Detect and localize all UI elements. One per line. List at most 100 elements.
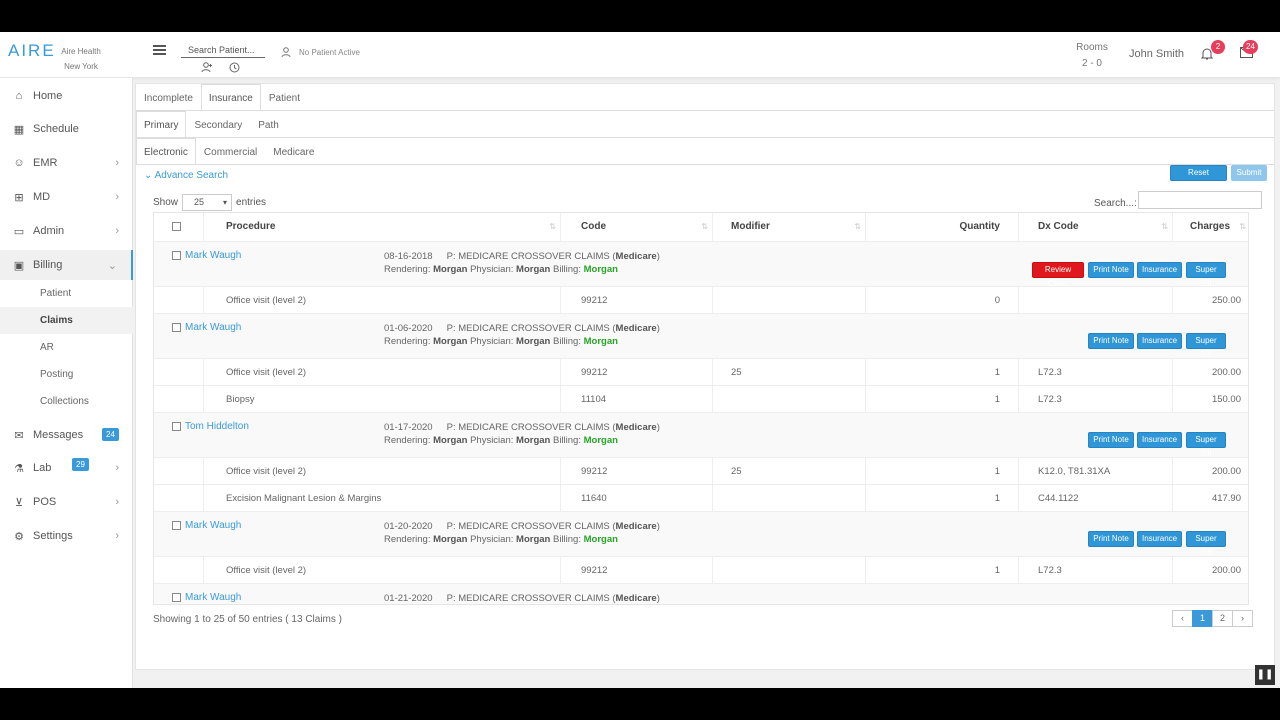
entries-select[interactable]: 25 bbox=[182, 194, 233, 211]
super-bill-button[interactable]: Super Bill bbox=[1186, 333, 1226, 359]
chevron-down-icon: ⌄ bbox=[107, 259, 117, 272]
sidebar-item-label: Messages bbox=[33, 429, 84, 441]
sidebar-item-billing[interactable]: ▣ Billing ⌄ bbox=[0, 250, 133, 280]
page-1-button[interactable]: 1 bbox=[1192, 610, 1213, 627]
column-header-label: Quantity bbox=[959, 221, 1000, 232]
patient-name-link[interactable]: Tom Hiddelton bbox=[185, 421, 249, 432]
sidebar-subitem-claims[interactable]: Claims bbox=[0, 307, 133, 334]
patient-name-link[interactable]: Mark Waugh bbox=[185, 520, 241, 531]
add-user-icon[interactable] bbox=[200, 60, 214, 74]
cell-qty: 1 bbox=[866, 485, 1019, 511]
brand-logo[interactable]: AIRE bbox=[8, 41, 56, 61]
cell-modifier bbox=[713, 557, 866, 583]
sidebar-item-emr[interactable]: ☺ EMR › bbox=[0, 148, 133, 178]
print-note-button[interactable]: Print Note bbox=[1088, 333, 1134, 349]
print-note-button[interactable]: Print Note bbox=[1088, 531, 1134, 547]
claim-date: 01-21-2020 bbox=[384, 593, 433, 604]
insurance-button[interactable]: Insurance bbox=[1137, 432, 1182, 448]
insurance-button[interactable]: Insurance bbox=[1137, 333, 1182, 349]
claims-panel: Incomplete Insurance Patient Primary Sec… bbox=[135, 83, 1275, 670]
insurance-button[interactable]: Insurance bbox=[1137, 262, 1182, 278]
sidebar-subitem-ar[interactable]: AR bbox=[0, 334, 133, 361]
claim-provider-line: Rendering: Morgan Physician: Morgan Bill… bbox=[384, 434, 660, 447]
column-header-modifier[interactable]: Modifier ⇅ bbox=[713, 213, 866, 241]
provider-rendering: Morgan bbox=[433, 264, 468, 275]
review-claim-button[interactable]: Review Claim bbox=[1032, 262, 1084, 288]
insurance-button[interactable]: Insurance bbox=[1137, 531, 1182, 547]
patient-name-link[interactable]: Mark Waugh bbox=[185, 250, 241, 261]
sidebar-item-home[interactable]: ⌂ Home bbox=[0, 81, 133, 111]
cell-modifier bbox=[713, 386, 866, 412]
rooms-indicator[interactable]: Rooms 2 - 0 bbox=[1068, 40, 1116, 72]
cell-charge: 417.90 bbox=[1211, 492, 1241, 504]
tab-secondary[interactable]: Secondary bbox=[186, 111, 250, 138]
super-bill-button[interactable]: Super Bill bbox=[1186, 262, 1226, 288]
sidebar-item-label: Billing bbox=[33, 259, 63, 271]
user-name[interactable]: John Smith bbox=[1129, 48, 1184, 60]
provider-label: Physician: bbox=[470, 336, 514, 347]
tab-insurance[interactable]: Insurance bbox=[200, 84, 261, 111]
sidebar-item-label: Lab bbox=[33, 462, 52, 474]
claim-provider-line: Rendering: Morgan Physician: Morgan Bill… bbox=[384, 263, 660, 276]
claim-select: Mark Waugh bbox=[172, 250, 241, 261]
show-label: Show bbox=[153, 197, 179, 208]
tab-electronic[interactable]: Electronic bbox=[136, 138, 196, 165]
pause-icon[interactable]: ❚❚ bbox=[1255, 665, 1275, 685]
history-clock-icon[interactable] bbox=[227, 60, 241, 74]
sidebar-item-admin[interactable]: ▭ Admin › bbox=[0, 216, 133, 246]
table-search-input[interactable] bbox=[1138, 191, 1262, 209]
claim-checkbox[interactable] bbox=[172, 593, 181, 602]
column-header-quantity[interactable]: Quantity bbox=[866, 213, 1019, 241]
sidebar-item-md[interactable]: ⊞ MD › bbox=[0, 182, 133, 212]
claim-checkbox[interactable] bbox=[172, 251, 181, 260]
claim-checkbox[interactable] bbox=[172, 323, 181, 332]
tab-patient[interactable]: Patient bbox=[261, 84, 308, 111]
tab-divider bbox=[136, 110, 1274, 111]
tab-primary[interactable]: Primary bbox=[136, 111, 187, 138]
chevron-right-icon: › bbox=[115, 462, 119, 474]
claim-checkbox[interactable] bbox=[172, 521, 181, 530]
sidebar: ⌂ Home ▦ Schedule ☺ EMR › ⊞ MD › ▭ Admin… bbox=[0, 78, 133, 688]
tab-medicare[interactable]: Medicare bbox=[265, 138, 322, 165]
sidebar-subitem-patient[interactable]: Patient bbox=[0, 280, 133, 307]
sidebar-item-schedule[interactable]: ▦ Schedule bbox=[0, 114, 133, 144]
sidebar-item-settings[interactable]: ⚙ Settings › bbox=[0, 521, 133, 551]
tab-incomplete[interactable]: Incomplete bbox=[136, 84, 201, 111]
column-header-procedure[interactable]: Procedure ⇅ bbox=[204, 213, 561, 241]
sidebar-item-lab[interactable]: ⚗ Lab 29 › bbox=[0, 453, 133, 483]
column-header-code[interactable]: Code ⇅ bbox=[561, 213, 713, 241]
chevron-right-icon: › bbox=[115, 191, 119, 203]
menu-toggle-icon[interactable] bbox=[153, 45, 166, 55]
sidebar-item-label: Settings bbox=[33, 530, 73, 542]
page-prev-button[interactable]: ‹ bbox=[1172, 610, 1193, 627]
column-header-charges[interactable]: Charges ⇅ bbox=[1173, 213, 1248, 241]
submit-button[interactable]: Submit bbox=[1231, 165, 1267, 181]
super-bill-button[interactable]: Super Bill bbox=[1186, 432, 1226, 458]
patient-name-link[interactable]: Mark Waugh bbox=[185, 322, 241, 333]
super-bill-button[interactable]: Super Bill bbox=[1186, 531, 1226, 557]
print-note-button[interactable]: Print Note bbox=[1088, 262, 1134, 278]
select-all-checkbox[interactable] bbox=[172, 221, 181, 231]
cell-dx: L72.3 bbox=[1019, 557, 1173, 583]
sidebar-subitem-collections[interactable]: Collections bbox=[0, 388, 133, 415]
page-next-button[interactable]: › bbox=[1232, 610, 1253, 627]
column-header-dx-code[interactable]: Dx Code ⇅ bbox=[1019, 213, 1173, 241]
pagination: ‹ 1 2 › bbox=[1172, 610, 1253, 627]
sidebar-item-pos[interactable]: ⊻ POS › bbox=[0, 487, 133, 517]
advance-search-toggle[interactable]: ⌄ Advance Search bbox=[144, 170, 228, 181]
envelope-icon: ✉ bbox=[14, 429, 24, 442]
tab-path[interactable]: Path bbox=[250, 111, 287, 138]
reset-search-button[interactable]: Reset Search bbox=[1170, 165, 1227, 191]
sort-icon: ⇅ bbox=[549, 222, 556, 231]
sidebar-item-messages[interactable]: ✉ Messages 24 bbox=[0, 420, 133, 450]
search-patient-input[interactable] bbox=[181, 42, 265, 58]
patient-name-link[interactable]: Mark Waugh bbox=[185, 592, 241, 603]
print-note-button[interactable]: Print Note bbox=[1088, 432, 1134, 448]
calendar-icon: ▦ bbox=[13, 123, 25, 136]
claim-checkbox[interactable] bbox=[172, 422, 181, 431]
claim-group-row: Mark Waugh 01-20-2020 P: MEDICARE CROSSOVE… bbox=[154, 511, 1248, 557]
sidebar-item-label: POS bbox=[33, 496, 57, 508]
sidebar-subitem-posting[interactable]: Posting bbox=[0, 361, 133, 388]
page-2-button[interactable]: 2 bbox=[1212, 610, 1233, 627]
tab-commercial[interactable]: Commercial bbox=[196, 138, 265, 165]
